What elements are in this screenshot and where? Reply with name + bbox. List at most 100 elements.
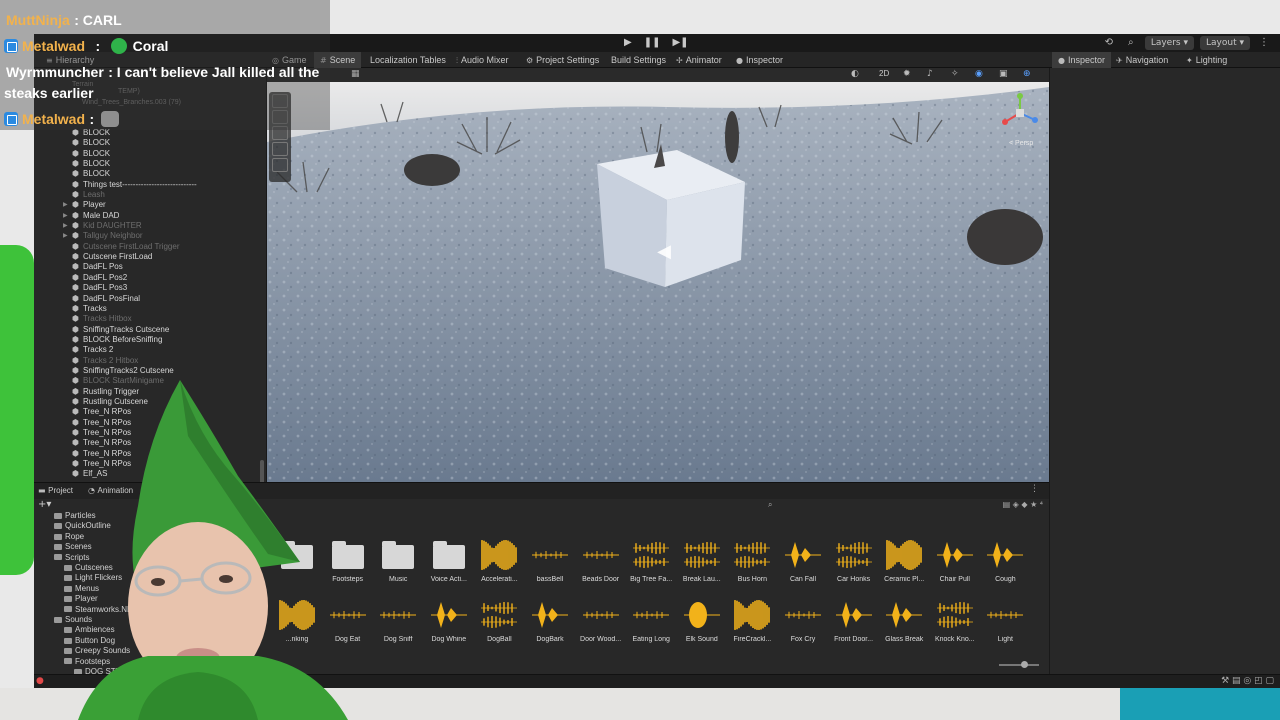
more-icon[interactable]: ⋮	[1030, 484, 1039, 494]
audio-asset[interactable]: Light	[982, 597, 1028, 643]
hierarchy-item[interactable]: ⬢ Tracks Hitbox	[34, 314, 266, 324]
scene-toolbar: ▦ ◐ 2D ✹ ♪ ✧ ◉ ▣ ⊕	[267, 68, 1049, 82]
hierarchy-item[interactable]: ⬢ BLOCK BeforeSniffing	[34, 335, 266, 345]
audio-asset[interactable]: Knock Kno...	[932, 597, 978, 643]
hierarchy-item[interactable]: ⬢ Cutscene FirstLoad	[34, 252, 266, 262]
asset-name: Break Lau...	[682, 576, 721, 583]
tab-inspector[interactable]: ● Inspector	[1052, 52, 1112, 68]
hierarchy-item[interactable]: ⬢ Tracks 2 Hitbox	[34, 356, 266, 366]
audio-asset[interactable]: DogBark	[527, 597, 573, 643]
audio-asset[interactable]: Beads Door	[578, 537, 624, 583]
hierarchy-item[interactable]: ▶ ⬢ Male DAD	[34, 211, 266, 221]
play-button[interactable]: ▶	[624, 37, 632, 49]
gizmos-icon[interactable]: ⊕	[1023, 69, 1031, 79]
audio-asset[interactable]: Ceramic Pl...	[881, 537, 927, 583]
visibility-icon[interactable]: ◉	[975, 69, 983, 79]
audio-asset[interactable]: bassBell	[527, 537, 573, 583]
audio-asset[interactable]: Elk Sound	[679, 597, 725, 643]
asset-name: Cough	[995, 576, 1016, 583]
mode-2d-toggle[interactable]: 2D	[879, 69, 889, 78]
hierarchy-item[interactable]: ⬢ DadFL Pos	[34, 262, 266, 272]
tab-inspector-center[interactable]: ● Inspector	[736, 52, 783, 68]
project-search[interactable]: ⌕ ▤ ◈ ◆ ★ ⁴	[284, 499, 1049, 513]
asset-folder[interactable]: Music	[375, 537, 421, 583]
hierarchy-item[interactable]: ⬢ BLOCK	[34, 169, 266, 179]
audio-asset[interactable]: Eating Long	[628, 597, 674, 643]
persp-label[interactable]: < Persp	[1009, 140, 1033, 147]
tab-navigation[interactable]: ✈ Navigation	[1116, 52, 1168, 68]
expand-arrow-icon[interactable]: ▶	[63, 231, 68, 241]
tab-animator[interactable]: ✢ Animator	[676, 52, 722, 68]
hierarchy-item[interactable]: ⬢ DadFL Pos2	[34, 273, 266, 283]
audio-asset[interactable]: Big Tree Fa...	[628, 537, 674, 583]
hierarchy-item[interactable]: ⬢ Cutscene FirstLoad Trigger	[34, 242, 266, 252]
audio-asset[interactable]: Door Wood...	[578, 597, 624, 643]
hand-tool-icon[interactable]: ▦	[351, 69, 360, 79]
hierarchy-item[interactable]: ⬢ BLOCK	[34, 149, 266, 159]
mixer-icon: ⫶	[456, 56, 458, 65]
tab-audio-mixer[interactable]: ⫶ Audio Mixer	[456, 52, 509, 68]
expand-arrow-icon[interactable]: ▶	[63, 221, 68, 231]
hierarchy-item[interactable]: ⬢ BLOCK	[34, 138, 266, 148]
audio-asset[interactable]: Car Honks	[831, 537, 877, 583]
shading-mode-icon[interactable]: ◐	[851, 69, 859, 79]
expand-arrow-icon[interactable]: ▶	[63, 200, 68, 210]
audio-asset[interactable]: Front Door...	[831, 597, 877, 643]
audio-asset[interactable]: Cough	[982, 537, 1028, 583]
audio-asset[interactable]: Accelerati...	[476, 537, 522, 583]
hierarchy-item[interactable]: ⬢ Things test----------------------------	[34, 180, 266, 190]
tab-localization[interactable]: Localization Tables	[370, 52, 446, 68]
lightbulb-icon: ✦	[1186, 56, 1193, 65]
pause-button[interactable]: ❚❚	[644, 37, 661, 49]
zoom-slider-handle[interactable]	[1021, 661, 1028, 668]
hierarchy-item[interactable]: ⬢ Tracks	[34, 304, 266, 314]
audio-asset[interactable]: Break Lau...	[679, 537, 725, 583]
status-icons[interactable]: ⚒ ▤ ◎ ◰ ▢	[1221, 676, 1274, 686]
audio-asset[interactable]: Dog Whine	[426, 597, 472, 643]
tab-build-settings[interactable]: Build Settings	[611, 52, 666, 68]
scene-gizmo-icon[interactable]	[997, 90, 1043, 136]
scene-view[interactable]: ◀ < Persp	[267, 82, 1049, 482]
audio-asset[interactable]: DogBall	[476, 597, 522, 643]
hierarchy-item[interactable]: ▶ ⬢ Kid DAUGHTER	[34, 221, 266, 231]
hierarchy-item[interactable]: ▶ ⬢ Player	[34, 200, 266, 210]
search-icon[interactable]: ⌕	[1123, 36, 1139, 50]
scale-tool[interactable]	[272, 142, 288, 156]
layers-dropdown[interactable]: Layers ▾	[1144, 36, 1194, 50]
asset-name: Beads Door	[582, 576, 620, 583]
hierarchy-item[interactable]: ⬢ DadFL Pos3	[34, 283, 266, 293]
asset-name: DogBark	[536, 636, 564, 643]
tab-project-settings[interactable]: ⚙ Project Settings	[526, 52, 599, 68]
layout-dropdown[interactable]: Layout ▾	[1200, 36, 1250, 50]
hierarchy-item[interactable]: ▶ ⬢ Tallguy Neighbor	[34, 231, 266, 241]
rect-tool[interactable]	[272, 158, 288, 172]
zoom-slider[interactable]	[999, 661, 1039, 668]
audio-waveform-icon	[734, 600, 771, 630]
gameobject-icon: ⬢	[72, 345, 79, 355]
hierarchy-item[interactable]: ⬢ SniffingTracks2 Cutscene	[34, 366, 266, 376]
hierarchy-item[interactable]: ⬢ SniffingTracks Cutscene	[34, 325, 266, 335]
audio-asset[interactable]: Glass Break	[881, 597, 927, 643]
hierarchy-item-label: Kid DAUGHTER	[83, 221, 142, 231]
hierarchy-item[interactable]: ⬢ BLOCK	[34, 159, 266, 169]
more-icon[interactable]: ⋮	[1256, 36, 1272, 50]
audio-toggle-icon[interactable]: ♪	[927, 69, 933, 79]
audio-asset[interactable]: Dog Sniff	[375, 597, 421, 643]
hierarchy-item[interactable]: ⬢ DadFL PosFinal	[34, 294, 266, 304]
step-button[interactable]: ▶❚	[672, 37, 688, 49]
hierarchy-item[interactable]: ⬢ Leash	[34, 190, 266, 200]
audio-asset[interactable]: FireCrackl...	[729, 597, 775, 643]
audio-asset[interactable]: Chair Pull	[932, 537, 978, 583]
tab-lighting[interactable]: ✦ Lighting	[1186, 52, 1227, 68]
lighting-toggle-icon[interactable]: ✹	[903, 69, 911, 79]
filter-icons[interactable]: ▤ ◈ ◆ ★ ⁴	[1003, 500, 1043, 509]
audio-asset[interactable]: Bus Horn	[729, 537, 775, 583]
audio-asset[interactable]: Fox Cry	[780, 597, 826, 643]
effects-toggle-icon[interactable]: ✧	[951, 69, 959, 79]
camera-icon[interactable]: ▣	[999, 69, 1008, 79]
history-icon[interactable]: ⟲	[1101, 36, 1117, 50]
expand-arrow-icon[interactable]: ▶	[63, 211, 68, 221]
audio-asset[interactable]: Can Fall	[780, 537, 826, 583]
asset-folder[interactable]: Voice Acti...	[426, 537, 472, 583]
hierarchy-item[interactable]: ⬢ Tracks 2	[34, 345, 266, 355]
